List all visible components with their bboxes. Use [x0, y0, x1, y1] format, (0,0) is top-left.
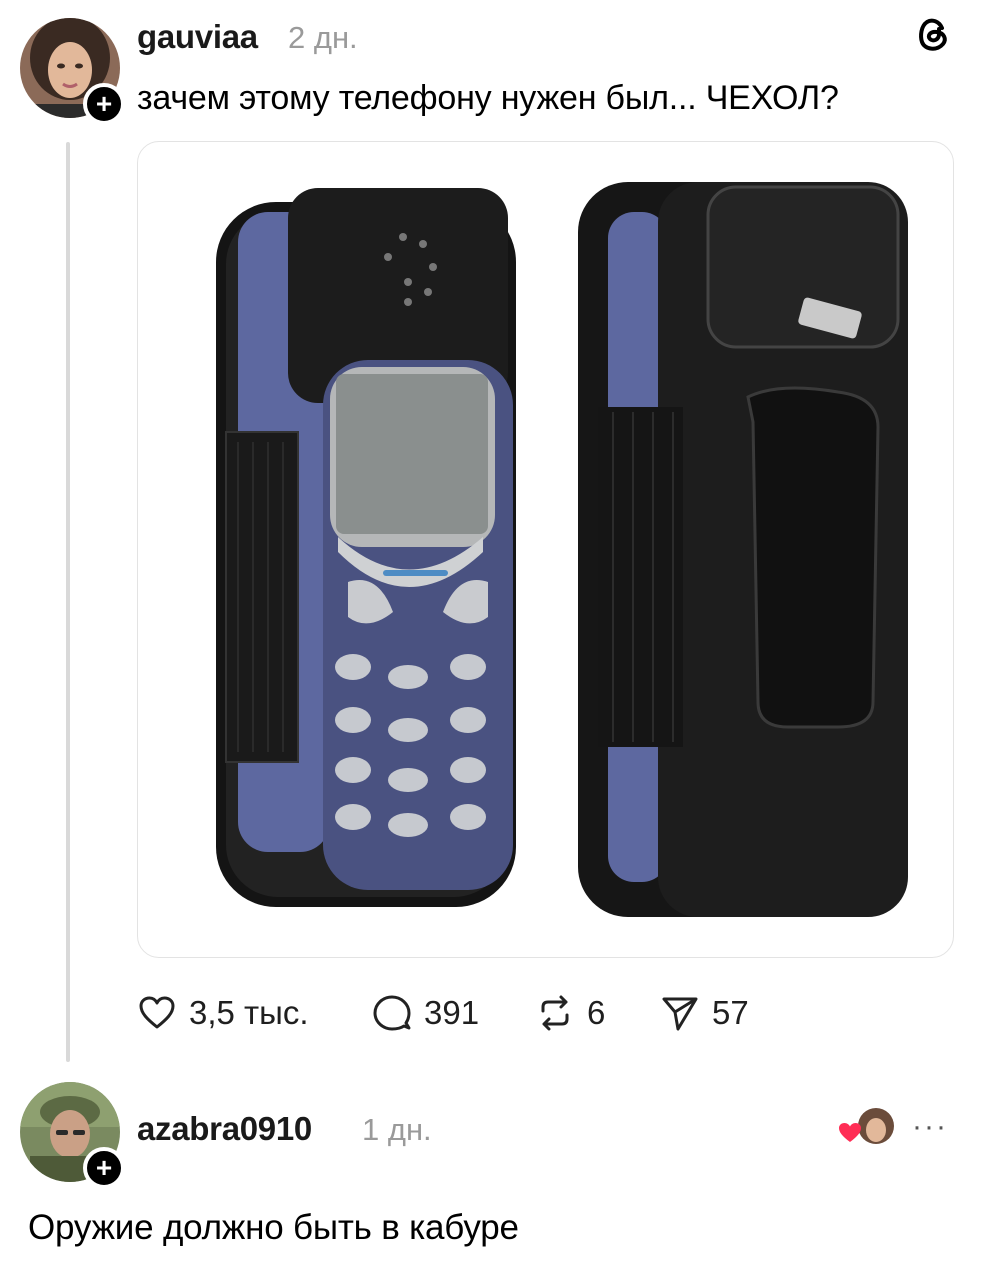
post-time: 2 дн. [288, 20, 358, 55]
more-options-button[interactable]: ··· [912, 1110, 948, 1144]
reply-follow-button[interactable]: + [83, 1147, 125, 1189]
plus-icon: + [95, 1152, 113, 1183]
phone-front-image [216, 188, 516, 907]
reply-button[interactable]: 391 [372, 990, 479, 1036]
threads-logo-icon[interactable] [912, 14, 952, 54]
post-image[interactable] [137, 141, 954, 958]
share-count: 57 [712, 994, 749, 1031]
post-text: зачем этому телефону нужен был... ЧЕХОЛ? [137, 79, 839, 117]
heart-badge-icon [839, 1108, 894, 1144]
speech-bubble-icon [373, 995, 411, 1031]
repost-icon [541, 995, 569, 1031]
follow-button[interactable]: + [83, 83, 125, 125]
thread-line [66, 142, 70, 1062]
repost-button[interactable]: 6 [535, 990, 605, 1036]
reply-text: Оружие должно быть в кабуре [28, 1208, 519, 1247]
reply-time: 1 дн. [362, 1112, 432, 1147]
like-button[interactable]: 3,5 тыс. [137, 990, 309, 1036]
like-count: 3,5 тыс. [189, 994, 309, 1031]
post-username[interactable]: gauviaa [137, 18, 258, 56]
heart-icon [139, 996, 175, 1029]
share-button[interactable]: 57 [660, 990, 749, 1036]
phone-back-image [578, 182, 908, 917]
plus-icon: + [95, 88, 113, 119]
reply-username[interactable]: azabra0910 [137, 1110, 312, 1148]
send-icon [662, 997, 698, 1031]
reply-count: 391 [424, 994, 480, 1031]
repost-count: 6 [587, 994, 606, 1031]
